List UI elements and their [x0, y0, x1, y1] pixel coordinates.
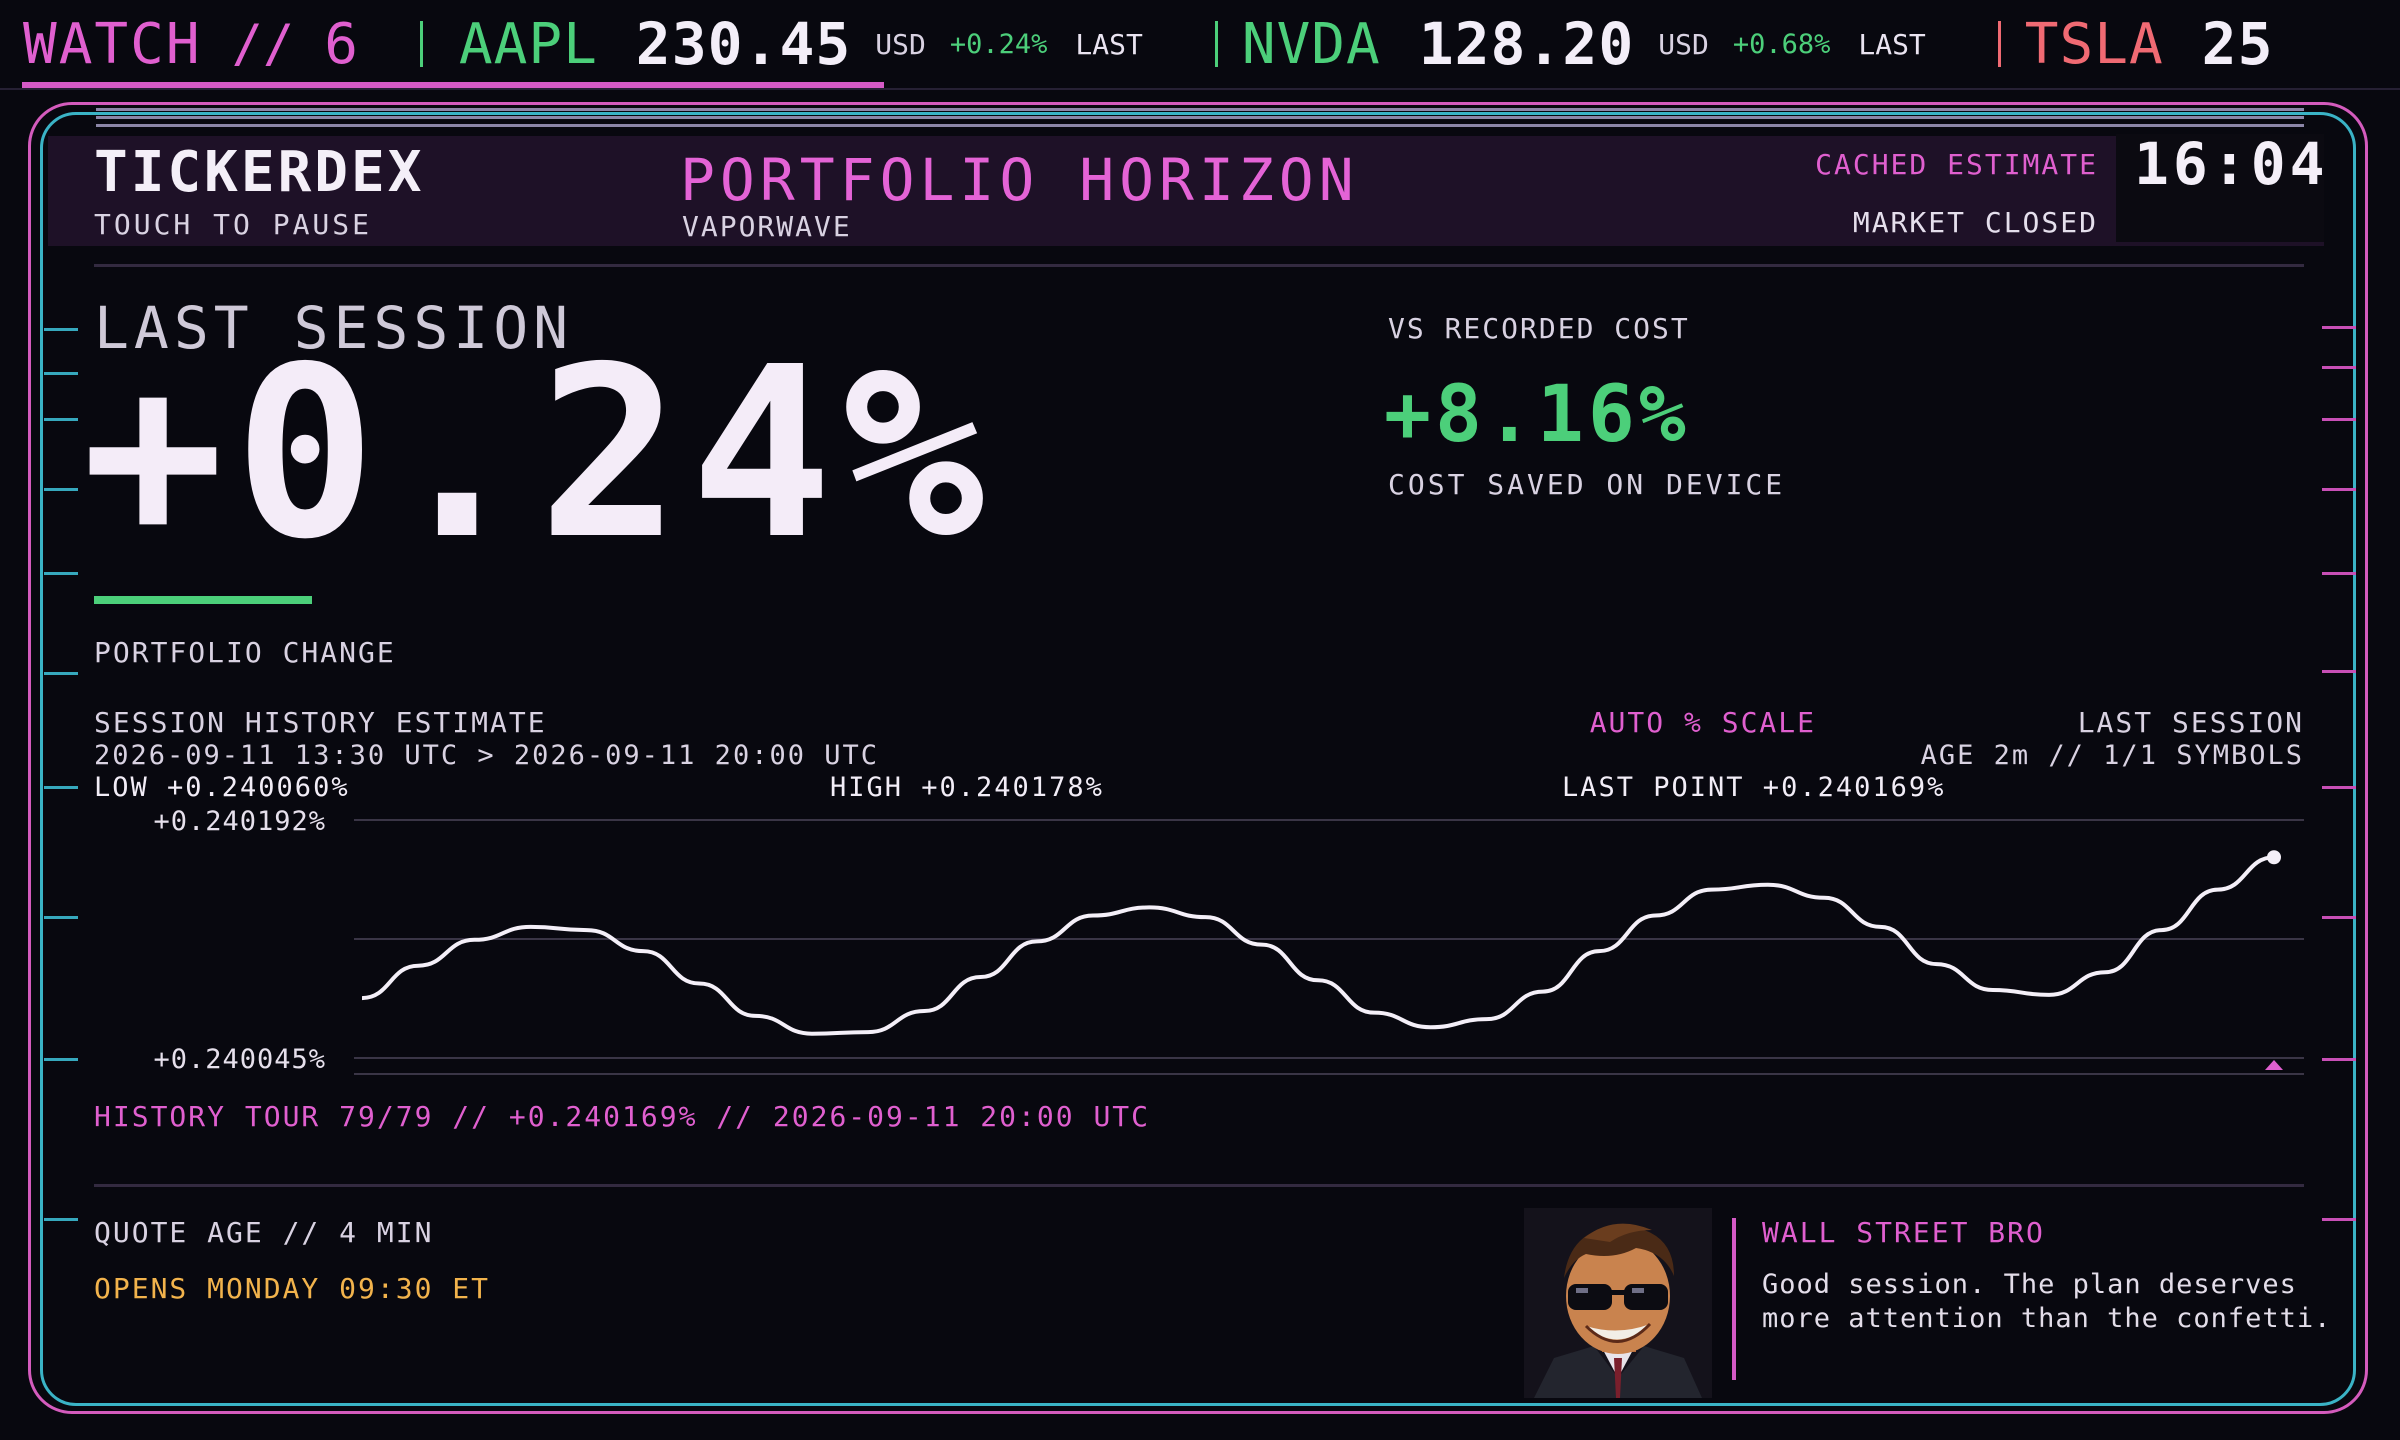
ticker-change-nvda: +0.68%	[1732, 28, 1831, 60]
history-range: 2026-09-11 13:30 UTC > 2026-09-11 20:00 …	[94, 740, 879, 771]
scale-toggle[interactable]: AUTO % SCALE	[1590, 706, 1816, 739]
ticker-row: WATCH // 6 AAPL 230.45 USD +0.24% LAST N…	[0, 0, 2298, 88]
ticker-symbol-nvda[interactable]: NVDA	[1242, 12, 1381, 77]
ticker-change-aapl: +0.24%	[949, 28, 1048, 60]
frame-stripe	[96, 124, 2304, 127]
watch-count: 6	[324, 11, 360, 77]
header-divider	[94, 264, 2304, 267]
session-change-value: +0.24%	[82, 316, 995, 591]
ticker-symbol-aapl[interactable]: AAPL	[459, 12, 598, 77]
ticker-status-aapl: LAST	[1075, 27, 1143, 61]
theme-label: VAPORWAVE	[682, 210, 852, 243]
data-status: CACHED ESTIMATE	[1815, 148, 2098, 181]
persona-avatar-art	[1524, 1208, 1712, 1398]
brand-name[interactable]: TICKERDEX	[94, 140, 424, 205]
chart-last-point	[2267, 850, 2281, 865]
chart-series-line	[361, 855, 2275, 1036]
chart-playhead-marker	[2265, 1060, 2283, 1070]
ticker-bar[interactable]: WATCH // 6 AAPL 230.45 USD +0.24% LAST N…	[0, 0, 2400, 88]
ticker-price-tsla: 25	[2201, 10, 2274, 78]
watch-separator: //	[231, 14, 295, 74]
frame-stripe	[96, 116, 2304, 119]
chart-y-tick-label: +0.240192%	[153, 806, 326, 837]
history-title: SESSION HISTORY ESTIMATE	[94, 706, 547, 739]
ticker-separator	[1214, 21, 1218, 67]
session-source: LAST SESSION	[2077, 706, 2304, 739]
compare-label: VS RECORDED COST	[1388, 312, 1690, 345]
history-high: HIGH +0.240178%	[830, 772, 1104, 803]
accent-bar	[94, 596, 312, 604]
persona-quote: Good session. The plan deserves more att…	[1762, 1269, 2332, 1334]
pause-hint[interactable]: TOUCH TO PAUSE	[94, 208, 372, 241]
page-title: PORTFOLIO HORIZON	[680, 146, 1359, 214]
ticker-divider	[0, 88, 2400, 90]
persona-name: WALL STREET BRO	[1762, 1216, 2045, 1249]
compare-caption: COST SAVED ON DEVICE	[1388, 468, 1786, 501]
ticker-separator	[1997, 21, 2001, 67]
clock: 16:04	[2134, 130, 2329, 198]
history-chart[interactable]: +0.240192% +0.240045%	[140, 800, 2320, 1100]
chart-y-tick-label: +0.240045%	[153, 1044, 326, 1075]
ticker-currency-aapl: USD	[875, 27, 926, 61]
ticker-separator	[419, 21, 423, 67]
ticker-price-aapl: 230.45	[635, 10, 852, 78]
history-tour[interactable]: HISTORY TOUR 79/79 // +0.240169% // 2026…	[94, 1100, 1150, 1133]
section-divider	[94, 1184, 2304, 1187]
market-open-time: OPENS MONDAY 09:30 ET	[94, 1272, 491, 1305]
watch-label: WATCH	[23, 11, 202, 77]
history-low: LOW +0.240060%	[94, 772, 350, 803]
frame-stripe	[96, 108, 2304, 111]
history-last-point: LAST POINT +0.240169%	[1562, 772, 1946, 803]
ticker-symbol-tsla[interactable]: TSLA	[2025, 12, 2164, 77]
quote-accent	[1732, 1218, 1736, 1380]
portfolio-change-label: PORTFOLIO CHANGE	[94, 636, 396, 669]
ticker-currency-nvda: USD	[1658, 27, 1709, 61]
ticker-status-nvda: LAST	[1858, 27, 1926, 61]
persona-avatar	[1524, 1208, 1712, 1398]
compare-value: +8.16%	[1384, 370, 1690, 460]
ticker-price-nvda: 128.20	[1418, 10, 1635, 78]
market-status: MARKET CLOSED	[1852, 206, 2098, 239]
quote-age: QUOTE AGE // 4 MIN	[94, 1216, 434, 1249]
history-age: AGE 2m // 1/1 SYMBOLS	[1920, 740, 2304, 771]
